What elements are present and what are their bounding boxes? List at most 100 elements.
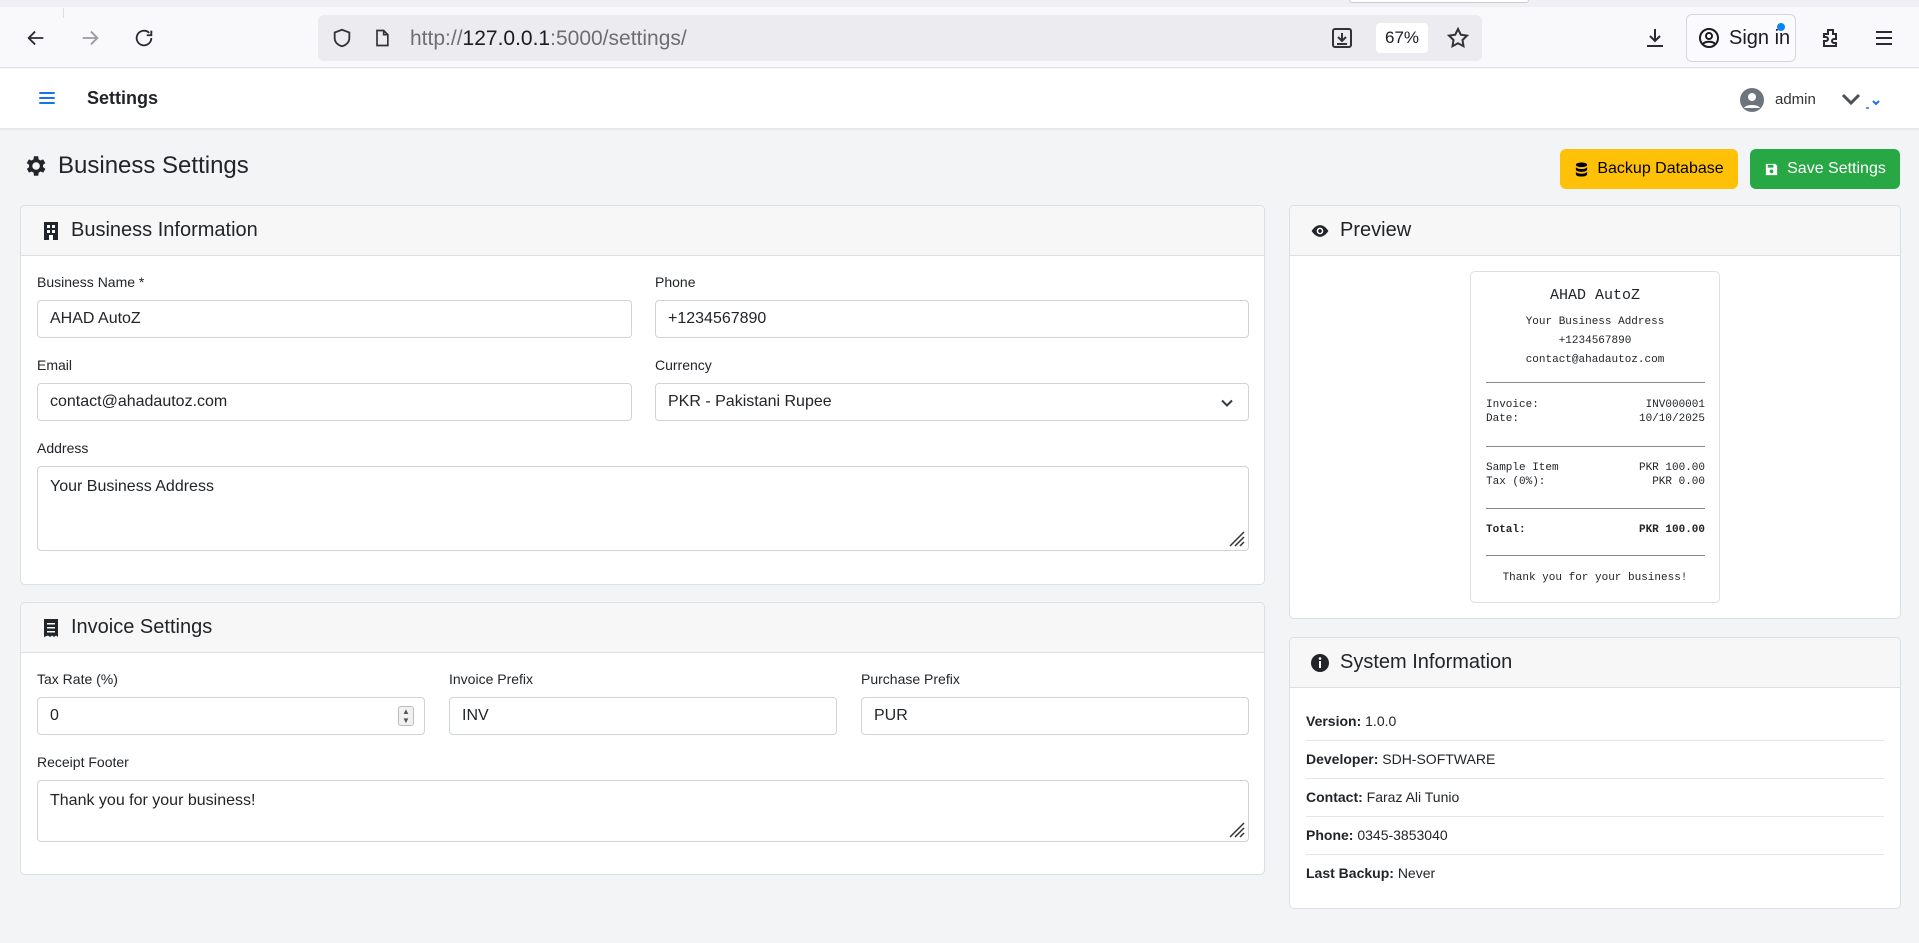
developer-value: SDH-SOFTWARE <box>1382 751 1496 767</box>
url-host: 127.0.0.1 <box>462 27 551 50</box>
arrow-left-icon <box>27 30 44 46</box>
eye-icon <box>1311 224 1329 237</box>
receipt-total-value: PKR 100.00 <box>1638 524 1705 536</box>
business-name-label: Business Name * <box>37 274 145 290</box>
receipt-divider <box>1486 555 1705 556</box>
database-icon <box>1576 161 1588 177</box>
receipt-footer-textarea[interactable]: Thank you for your business! <box>37 780 1249 842</box>
arrow-right-icon <box>82 30 99 46</box>
purchase-prefix-input[interactable]: PUR <box>861 697 1249 735</box>
tax-rate-input[interactable]: 0 ▲ ▼ <box>37 697 425 735</box>
user-avatar-icon[interactable] <box>1739 87 1765 113</box>
downloads-icon[interactable] <box>1637 20 1673 56</box>
currency-value: PKR - Pakistani Rupee <box>668 393 832 410</box>
save-icon <box>1766 163 1778 175</box>
developer-label: Developer: <box>1306 751 1379 767</box>
receipt-preview: AHAD AutoZ Your Business Address +123456… <box>1470 271 1720 603</box>
tab-strip <box>0 0 1919 7</box>
phone-input[interactable]: +1234567890 <box>655 300 1249 338</box>
extensions-icon[interactable] <box>1813 20 1849 56</box>
shield-icon[interactable] <box>330 26 354 50</box>
receipt-tax-row: Tax (0%): PKR 0.00 <box>1486 476 1705 488</box>
user-name[interactable]: admin <box>1775 91 1816 108</box>
divider <box>1306 740 1884 741</box>
notification-dot <box>1777 23 1785 31</box>
email-input[interactable]: contact@ahadautoz.com <box>37 383 632 421</box>
reload-button[interactable] <box>126 20 162 56</box>
resize-handle-icon[interactable] <box>1226 819 1246 839</box>
tax-rate-label: Tax Rate (%) <box>37 671 118 687</box>
receipt-icon <box>44 618 58 637</box>
number-stepper[interactable]: ▲ ▼ <box>398 706 414 726</box>
gear-icon <box>26 156 46 176</box>
info-icon <box>1311 653 1329 672</box>
user-menu-chevron-icon[interactable] <box>1841 89 1885 111</box>
zoom-level[interactable]: 67% <box>1376 23 1428 53</box>
invoice-prefix-label: Invoice Prefix <box>449 671 534 687</box>
sign-in-button[interactable]: Sign in <box>1686 14 1796 62</box>
invoice-prefix-input[interactable]: INV <box>449 697 837 735</box>
menu-icon[interactable] <box>1866 20 1902 56</box>
save-settings-label: Save Settings <box>1787 160 1886 177</box>
backup-database-button[interactable]: Backup Database <box>1560 149 1738 189</box>
url-scheme: http:// <box>410 27 463 50</box>
address-label: Address <box>37 440 89 456</box>
invoice-settings-header: Invoice Settings <box>21 603 1264 653</box>
business-info-card: Business Information Business Name * AHA… <box>20 205 1265 585</box>
business-info-title: Business Information <box>71 219 258 241</box>
version-label: Version: <box>1306 713 1362 729</box>
receipt-phone: +1234567890 <box>1558 335 1632 347</box>
bookmark-star-icon[interactable] <box>1446 26 1470 50</box>
building-icon <box>44 221 58 240</box>
download-page-icon[interactable] <box>1330 26 1354 50</box>
currency-label: Currency <box>655 357 712 373</box>
receipt-item-value: PKR 100.00 <box>1638 462 1705 474</box>
receipt-date-label: Date: <box>1486 413 1520 425</box>
receipt-invoice-row: Invoice: INV000001 <box>1486 399 1705 411</box>
back-button[interactable] <box>18 20 54 56</box>
receipt-divider <box>1486 446 1705 447</box>
system-info-title: System Information <box>1340 651 1513 673</box>
receipt-date-row: Date: 10/10/2025 <box>1486 413 1705 425</box>
resize-handle-icon[interactable] <box>1226 528 1246 548</box>
receipt-invoice-label: Invoice: <box>1486 399 1539 411</box>
business-info-header: Business Information <box>21 206 1264 256</box>
system-info-row: Last Backup: Never <box>1306 865 1884 881</box>
receipt-divider <box>1486 508 1705 509</box>
save-settings-button[interactable]: Save Settings <box>1750 149 1900 189</box>
browser-toolbar: http://127.0.0.1:5000/settings/ 67% Sign… <box>0 0 1919 68</box>
page-icon[interactable] <box>370 26 394 50</box>
reload-icon <box>135 29 153 47</box>
navbar-title: Settings <box>87 88 159 108</box>
tab-edge <box>1349 0 1529 3</box>
receipt-business-name: AHAD AutoZ <box>1549 287 1640 304</box>
phone-info-value: 0345-3853040 <box>1357 827 1448 843</box>
divider <box>63 8 64 18</box>
receipt-email: contact@ahadautoz.com <box>1525 354 1665 366</box>
business-name-input[interactable]: AHAD AutoZ <box>37 300 632 338</box>
address-value: Your Business Address <box>50 478 214 495</box>
last-backup-value: Never <box>1397 865 1436 881</box>
sidebar-toggle-icon[interactable] <box>38 89 56 107</box>
purchase-prefix-label: Purchase Prefix <box>861 671 960 687</box>
receipt-date-value: 10/10/2025 <box>1638 413 1705 425</box>
receipt-tax-value: PKR 0.00 <box>1652 476 1705 488</box>
receipt-address: Your Business Address <box>1525 316 1665 328</box>
version-value: 1.0.0 <box>1365 713 1397 729</box>
currency-select[interactable]: PKR - Pakistani Rupee <box>655 383 1249 421</box>
phone-info-label: Phone: <box>1306 827 1354 843</box>
address-bar[interactable]: http://127.0.0.1:5000/settings/ 67% <box>318 15 1482 61</box>
receipt-footer-value: Thank you for your business! <box>50 792 256 809</box>
system-info-row: Contact: Faraz Ali Tunio <box>1306 789 1884 805</box>
receipt-invoice-value: INV000001 <box>1645 399 1705 411</box>
contact-label: Contact: <box>1306 789 1363 805</box>
tax-rate-value: 0 <box>50 707 59 724</box>
url-text[interactable]: http://127.0.0.1:5000/settings/ <box>410 27 687 51</box>
divider <box>1306 854 1884 855</box>
forward-button[interactable] <box>72 20 108 56</box>
receipt-footer: Thank you for your business! <box>1502 572 1688 584</box>
page-title-text: Business Settings <box>58 152 249 179</box>
address-textarea[interactable]: Your Business Address <box>37 466 1249 551</box>
system-info-row: Phone: 0345-3853040 <box>1306 827 1884 843</box>
system-info-row: Version: 1.0.0 <box>1306 713 1884 729</box>
